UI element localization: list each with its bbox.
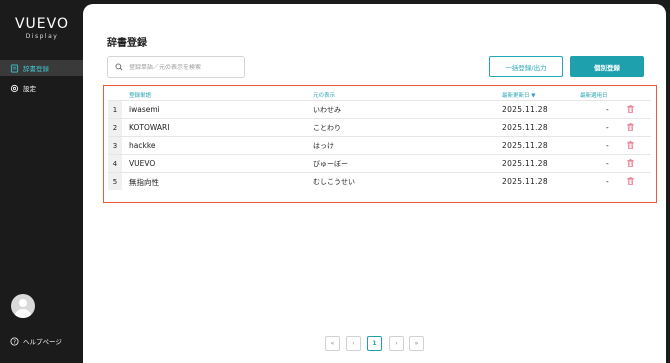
dictionary-icon <box>9 63 19 73</box>
avatar[interactable] <box>11 294 35 318</box>
bulk-register-button[interactable]: 一括登録/出力 <box>489 56 563 77</box>
original-display: いわせみ <box>313 106 341 114</box>
logo: VUEVO Display <box>12 16 72 41</box>
applied-date: - <box>606 159 609 168</box>
applied-date: - <box>606 105 609 114</box>
row-number: 3 <box>108 137 122 154</box>
table-row[interactable]: 1 iwasemi いわせみ 2025.11.28 - <box>108 100 651 118</box>
page-title: 辞書登録 <box>107 38 147 49</box>
add-entry-button[interactable]: 個別登録 <box>570 56 644 77</box>
svg-text:?: ? <box>13 339 16 345</box>
original-display: はっけ <box>313 142 334 150</box>
table-header: 登録単語 元の表示 最新更新日 ▼ 最新適用日 <box>104 86 655 100</box>
table-row[interactable]: 5 無指向性 むしこうせい 2025.11.28 - <box>108 172 651 190</box>
sidebar-item-label: 設定 <box>23 85 36 93</box>
column-header-updated[interactable]: 最新更新日 ▼ <box>502 91 535 99</box>
sidebar: VUEVO Display 辞書登録 設定 ? ヘルプページ <box>0 0 83 363</box>
row-number: 5 <box>108 173 122 190</box>
registered-word: VUEVO <box>129 159 156 168</box>
applied-date: - <box>606 123 609 132</box>
last-page-button[interactable]: » <box>409 336 424 351</box>
original-display: むしこうせい <box>313 178 355 186</box>
trash-icon[interactable] <box>627 159 635 168</box>
registered-word: 無指向性 <box>129 178 159 187</box>
next-page-button[interactable]: › <box>389 336 404 351</box>
updated-date: 2025.11.28 <box>502 123 548 132</box>
table-row[interactable]: 3 hackke はっけ 2025.11.28 - <box>108 136 651 154</box>
prev-page-button[interactable]: ‹ <box>346 336 361 351</box>
help-icon: ? <box>9 336 19 346</box>
sidebar-item-label: 辞書登録 <box>23 65 49 73</box>
dictionary-table: 登録単語 元の表示 最新更新日 ▼ 最新適用日 1 iwasemi いわせみ 2… <box>103 85 657 203</box>
sidebar-item-settings[interactable]: 設定 <box>0 80 83 96</box>
trash-icon[interactable] <box>627 177 635 186</box>
registered-word: hackke <box>129 141 156 150</box>
updated-date: 2025.11.28 <box>502 105 548 114</box>
trash-icon[interactable] <box>627 123 635 132</box>
gear-icon <box>9 83 19 93</box>
original-display: びゅーぼー <box>313 160 348 168</box>
updated-date: 2025.11.28 <box>502 141 548 150</box>
original-display: ことわり <box>313 124 341 132</box>
applied-date: - <box>606 177 609 186</box>
trash-icon[interactable] <box>627 141 635 150</box>
page-button-current[interactable]: 1 <box>367 336 382 351</box>
help-link[interactable]: ? ヘルプページ <box>0 333 83 349</box>
search-box[interactable] <box>107 56 245 78</box>
search-icon <box>115 63 123 71</box>
row-number: 2 <box>108 119 122 136</box>
logo-subtext: Display <box>25 33 59 40</box>
column-header-used[interactable]: 最新適用日 <box>580 91 608 99</box>
search-input[interactable] <box>129 63 239 71</box>
table-row[interactable]: 2 KOTOWARI ことわり 2025.11.28 - <box>108 118 651 136</box>
trash-icon[interactable] <box>627 105 635 114</box>
row-number: 4 <box>108 155 122 172</box>
sidebar-item-dictionary[interactable]: 辞書登録 <box>0 60 83 76</box>
column-header-word[interactable]: 登録単語 <box>129 91 151 99</box>
updated-date: 2025.11.28 <box>502 159 548 168</box>
row-number: 1 <box>108 101 122 118</box>
table-row[interactable]: 4 VUEVO びゅーぼー 2025.11.28 - <box>108 154 651 172</box>
updated-date: 2025.11.28 <box>502 177 548 186</box>
help-label: ヘルプページ <box>23 338 62 346</box>
registered-word: KOTOWARI <box>129 123 170 132</box>
registered-word: iwasemi <box>129 105 160 114</box>
column-header-display[interactable]: 元の表示 <box>313 91 335 99</box>
main-panel: 辞書登録 一括登録/出力 個別登録 登録単語 元の表示 最新更新日 ▼ 最新適用… <box>83 4 666 363</box>
logo-text: VUEVO <box>14 16 70 32</box>
first-page-button[interactable]: « <box>325 336 340 351</box>
applied-date: - <box>606 141 609 150</box>
pagination: « ‹ 1 › » <box>83 336 666 351</box>
